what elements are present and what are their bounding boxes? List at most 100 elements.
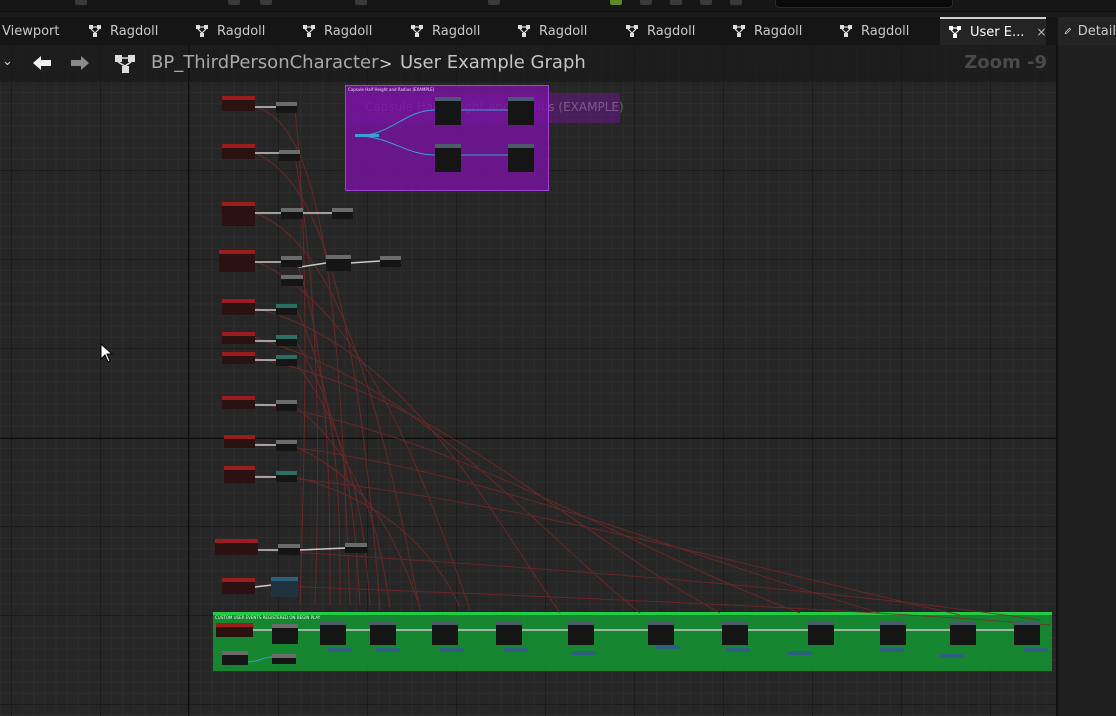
blueprint-node[interactable] — [276, 102, 297, 113]
blueprint-node[interactable] — [572, 651, 596, 656]
back-arrow-icon[interactable] — [30, 53, 54, 73]
blueprint-editor-window: Viewport Ragdoll Ragdoll Ragdoll Ragdoll… — [0, 0, 1116, 716]
blueprint-node[interactable] — [272, 654, 296, 664]
blueprint-node[interactable] — [648, 621, 674, 645]
blueprint-node[interactable] — [568, 621, 594, 645]
blueprint-node[interactable] — [222, 578, 255, 594]
blueprint-node[interactable] — [435, 97, 461, 125]
blueprint-node[interactable] — [219, 250, 255, 272]
blueprint-node[interactable] — [276, 335, 297, 346]
blueprint-node[interactable] — [345, 543, 367, 553]
blueprint-node[interactable] — [380, 256, 401, 267]
toolbar-button[interactable] — [355, 0, 367, 5]
blueprint-node[interactable] — [224, 435, 255, 448]
blueprint-node[interactable] — [222, 202, 255, 226]
blueprint-node[interactable] — [278, 544, 300, 555]
toolbar-button[interactable] — [730, 0, 742, 5]
chevron-down-icon[interactable]: ⌄ — [2, 54, 13, 69]
blueprint-node[interactable] — [222, 144, 255, 159]
blueprint-node[interactable] — [276, 400, 297, 411]
blueprint-node[interactable] — [328, 648, 352, 653]
blueprint-node[interactable] — [950, 621, 976, 645]
blueprint-node[interactable] — [224, 466, 255, 483]
tab-label: Ragdoll — [539, 23, 588, 39]
blueprint-node[interactable] — [272, 624, 298, 644]
blueprint-node[interactable] — [276, 471, 297, 482]
tab-ragdoll[interactable]: Ragdoll — [80, 17, 158, 45]
blueprint-node[interactable] — [880, 621, 906, 645]
toolbar-button[interactable] — [228, 0, 240, 5]
tab-ragdoll[interactable]: Ragdoll — [402, 17, 480, 45]
toolbar-button[interactable] — [700, 0, 712, 5]
graph-canvas[interactable]: Capsule Half Height and Radius (EXAMPLE)… — [0, 45, 1056, 716]
mouse-cursor-icon — [100, 343, 113, 363]
blueprint-node[interactable] — [276, 440, 297, 451]
toolbar-search-field[interactable] — [775, 0, 953, 8]
tab-label: Detail — [1077, 23, 1116, 39]
blueprint-node[interactable] — [215, 539, 258, 555]
blueprint-node[interactable] — [440, 648, 464, 653]
blueprint-node[interactable] — [504, 648, 528, 653]
blueprint-node[interactable] — [808, 621, 834, 645]
blueprint-node[interactable] — [722, 621, 748, 645]
blueprint-node[interactable] — [376, 648, 400, 653]
blueprint-node[interactable] — [508, 144, 534, 172]
breadcrumb-root[interactable]: BP_ThirdPersonCharacter — [151, 52, 378, 73]
blueprint-node[interactable] — [726, 648, 750, 653]
blueprint-node[interactable] — [281, 256, 302, 267]
blueprint-node[interactable] — [281, 208, 303, 219]
blueprint-node[interactable] — [281, 275, 303, 286]
blueprint-node[interactable] — [222, 651, 248, 665]
blueprint-node[interactable] — [279, 150, 300, 161]
blueprint-node[interactable] — [271, 577, 298, 597]
zoom-indicator: Zoom -9 — [964, 52, 1047, 73]
blueprint-node[interactable] — [222, 299, 255, 315]
toolbar-button[interactable] — [75, 0, 87, 5]
toolbar-button[interactable] — [670, 0, 682, 5]
toolbar-button[interactable] — [488, 0, 500, 5]
tab-user-example-graph[interactable]: User E... × — [940, 17, 1046, 45]
tab-details[interactable]: Detail — [1058, 17, 1116, 45]
blueprint-node[interactable] — [432, 621, 458, 645]
blueprint-node[interactable] — [332, 208, 353, 219]
tab-label: Ragdoll — [324, 23, 373, 39]
blueprint-node[interactable] — [216, 623, 253, 637]
blueprint-node[interactable] — [222, 332, 255, 344]
blueprint-node[interactable] — [435, 144, 461, 172]
blueprint-node[interactable] — [276, 304, 297, 315]
graph-icon — [625, 24, 639, 38]
blueprint-node[interactable] — [222, 352, 255, 364]
graph-icon — [517, 24, 531, 38]
tab-ragdoll[interactable]: Ragdoll — [187, 17, 265, 45]
tab-ragdoll[interactable]: Ragdoll — [831, 17, 909, 45]
blueprint-node[interactable] — [1024, 648, 1048, 653]
forward-arrow-icon[interactable] — [68, 53, 92, 73]
blueprint-node[interactable] — [656, 645, 680, 650]
graph-icon — [302, 24, 316, 38]
tab-ragdoll[interactable]: Ragdoll — [617, 17, 695, 45]
blueprint-node[interactable] — [788, 651, 812, 656]
document-tab-bar: Viewport Ragdoll Ragdoll Ragdoll Ragdoll… — [0, 17, 1116, 45]
blueprint-node[interactable] — [496, 621, 522, 645]
top-toolbar — [0, 0, 1116, 12]
tab-ragdoll[interactable]: Ragdoll — [724, 17, 802, 45]
blueprint-node[interactable] — [276, 355, 297, 366]
blueprint-node[interactable] — [940, 654, 964, 659]
graph-icon — [732, 24, 746, 38]
tab-ragdoll[interactable]: Ragdoll — [294, 17, 372, 45]
play-button[interactable] — [610, 0, 622, 5]
blueprint-node[interactable] — [508, 97, 534, 125]
blueprint-node[interactable] — [222, 396, 255, 409]
toolbar-button[interactable] — [640, 0, 652, 5]
blueprint-node[interactable] — [1014, 621, 1040, 645]
blueprint-node[interactable] — [320, 621, 346, 645]
tab-label: Ragdoll — [217, 23, 266, 39]
toolbar-button[interactable] — [260, 0, 272, 5]
blueprint-node[interactable] — [326, 255, 351, 271]
tab-ragdoll[interactable]: Ragdoll — [509, 17, 587, 45]
blueprint-node[interactable] — [370, 621, 396, 645]
blueprint-node[interactable] — [880, 648, 904, 653]
close-tab-icon[interactable]: × — [1036, 25, 1046, 39]
tab-viewport[interactable]: Viewport — [0, 17, 60, 45]
blueprint-node[interactable] — [222, 96, 255, 111]
